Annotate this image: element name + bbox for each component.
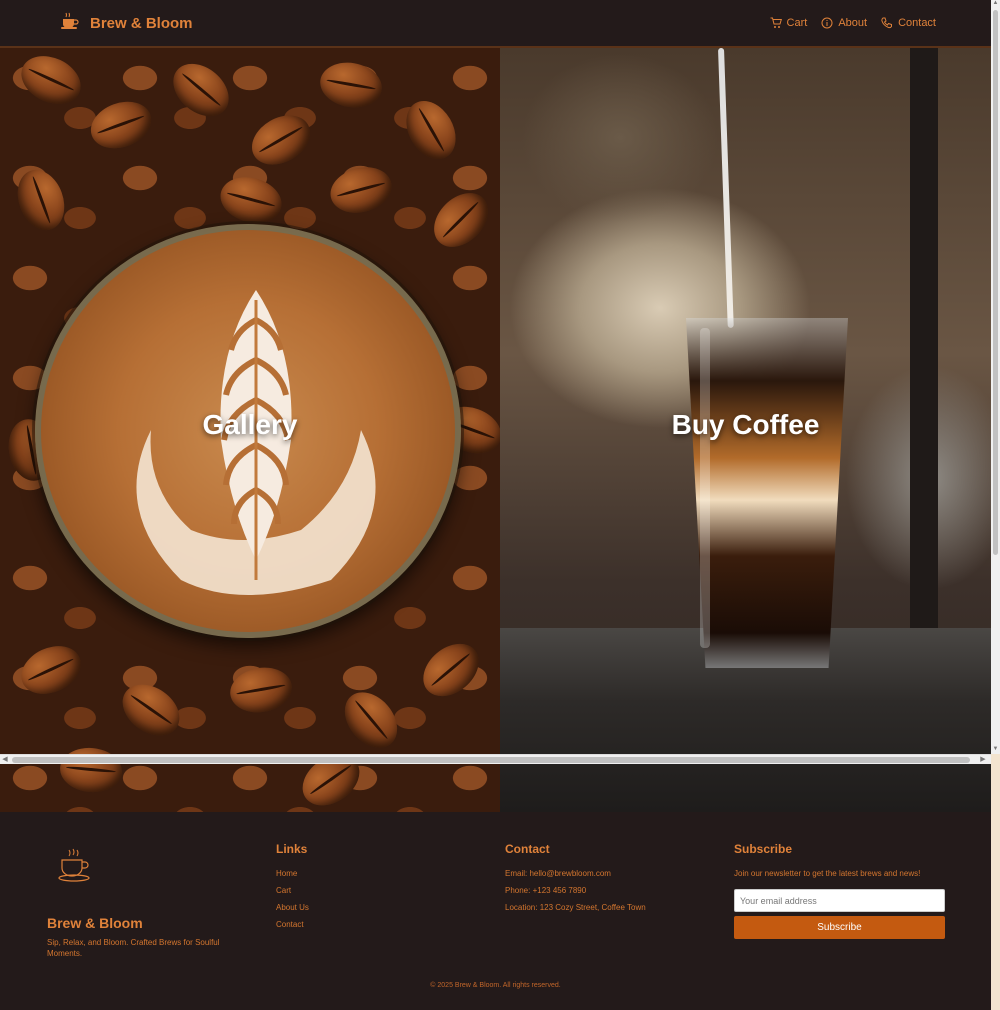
glass-shine [700,328,710,648]
vertical-scrollbar[interactable]: ▲ ▼ [991,0,1000,754]
footer-link-cart[interactable]: Cart [276,886,505,895]
nav-contact-label: Contact [898,17,936,29]
footer-subscribe: Subscribe Join our newsletter to get the… [734,842,945,959]
footer-tagline: Sip, Relax, and Bloom. Crafted Brews for… [47,938,220,958]
links-heading: Links [276,842,308,856]
subscribe-button[interactable]: Subscribe [734,916,945,939]
gallery-panel[interactable]: Gallery [0,48,500,812]
brand[interactable]: Brew & Bloom [60,12,193,35]
footer-link-about[interactable]: About Us [276,903,505,912]
site-footer: Brew & Bloom Sip, Relax, and Bloom. Craf… [0,812,991,1010]
hero-section: Gallery Buy Coffee [0,48,991,812]
main-nav: Cart About Contact [770,17,936,29]
buy-coffee-title: Buy Coffee [671,409,820,440]
scroll-left-icon[interactable]: ◀ [1,756,9,764]
horizontal-scrollbar[interactable]: ◀ ▶ [0,754,991,764]
phone-icon [881,17,893,29]
scroll-down-icon[interactable]: ▼ [991,746,1000,752]
footer-link-contact[interactable]: Contact [276,920,505,929]
iced-coffee-glass [686,318,848,668]
subscribe-heading: Subscribe [734,842,793,856]
footer-brand: Brew & Bloom Sip, Relax, and Bloom. Craf… [47,842,276,959]
coffee-cup-logo-icon [57,848,276,887]
nav-cart-label: Cart [786,17,808,29]
coffee-cup-icon [60,12,80,35]
brand-name: Brew & Bloom [90,14,193,32]
scroll-right-icon[interactable]: ▶ [979,756,987,764]
contact-location: Location: 123 Cozy Street, Coffee Town [505,903,646,912]
copyright: © 2025 Brew & Bloom. All rights reserved… [430,982,561,989]
scroll-up-icon[interactable]: ▲ [991,0,1000,6]
nav-cart[interactable]: Cart [770,17,808,29]
contact-heading: Contact [505,842,550,856]
buy-coffee-panel[interactable]: Buy Coffee [500,48,991,812]
nav-about-label: About [838,17,868,29]
subscribe-text: Join our newsletter to get the latest br… [734,869,921,878]
info-icon [821,17,833,29]
footer-link-home[interactable]: Home [276,869,505,878]
site-header: Brew & Bloom Cart About Contact [0,0,991,48]
contact-email: Email: hello@brewbloom.com [505,869,611,878]
newsletter-email-input[interactable] [734,889,945,912]
nav-about[interactable]: About [821,17,867,29]
footer-links: Links Home Cart About Us Contact [276,842,505,959]
footer-brand-name: Brew & Bloom [47,915,143,931]
window-frame [910,48,938,628]
gallery-title: Gallery [202,409,298,440]
horizontal-scroll-thumb[interactable] [12,757,970,763]
vertical-scroll-thumb[interactable] [993,10,998,555]
contact-phone: Phone: +123 456 7890 [505,886,587,895]
cart-icon [770,17,782,28]
nav-contact[interactable]: Contact [881,17,936,29]
footer-contact: Contact Email: hello@brewbloom.com Phone… [505,842,734,959]
